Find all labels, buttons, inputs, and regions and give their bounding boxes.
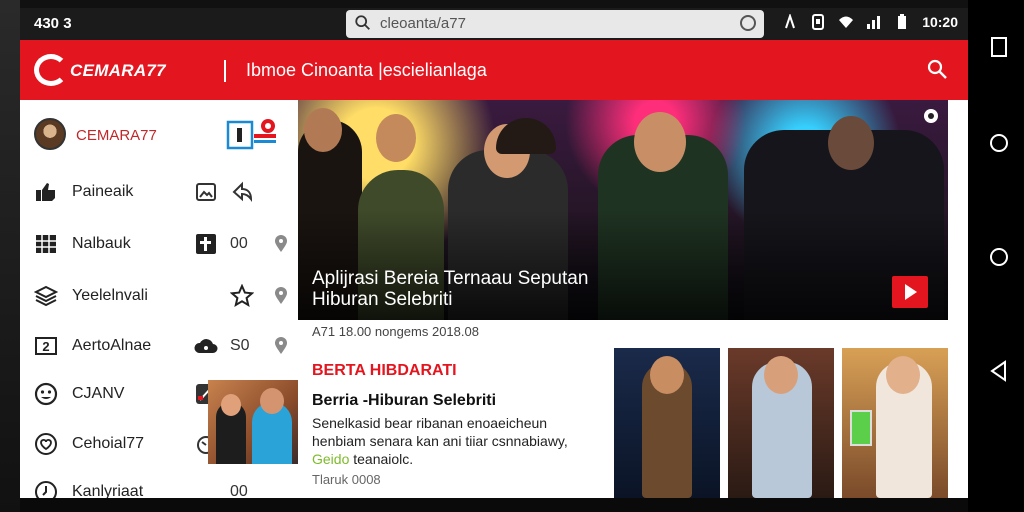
navigation-bar <box>968 0 1024 512</box>
number-icon: 2 <box>35 337 57 355</box>
status-bar: 430 3 cleoanta/a77 10:20 <box>20 8 968 40</box>
article-title[interactable]: Berria -Hiburan Selebriti <box>312 392 496 410</box>
main-content: Aplijrasi Bereia Ternaau Seputan Hiburan… <box>298 100 968 498</box>
header-divider <box>224 60 226 82</box>
article-body-text: teanaiolc. <box>353 451 414 467</box>
play-button[interactable] <box>892 276 928 308</box>
location-pin-icon[interactable] <box>922 108 940 126</box>
crowd-face <box>634 112 686 172</box>
face-icon <box>34 382 58 406</box>
search-icon[interactable] <box>926 58 948 80</box>
home-icon[interactable] <box>988 132 1010 154</box>
grid-icon <box>36 235 56 253</box>
share-icon[interactable] <box>230 180 254 204</box>
bottom-edge <box>20 498 968 512</box>
circle-icon[interactable] <box>988 246 1010 268</box>
hero-meta: A71 18.00 nongems 2018.08 <box>312 324 479 339</box>
star-icon[interactable] <box>230 284 254 308</box>
location-pin-icon <box>275 235 287 252</box>
clock-icon <box>35 481 57 498</box>
calendar-icon[interactable] <box>194 232 218 256</box>
sidebar-item-label: Kanlyriaat <box>72 483 144 498</box>
drink-glass <box>850 410 872 446</box>
sidebar-item-aertoalnae[interactable]: 2 AertoAlnae S0 <box>34 330 298 362</box>
profile-name: CEMARA77 <box>76 127 157 144</box>
sidebar-item-yeelelnvali[interactable]: Yeelelnvali <box>34 280 298 312</box>
status-time: 430 3 <box>34 15 72 32</box>
sidebar: CEMARA77 Paineaik Nalbauk 00 Yeelelnvali… <box>20 100 298 498</box>
news-thumbnail[interactable] <box>614 348 720 498</box>
thumb-face <box>886 356 920 394</box>
profile[interactable]: CEMARA77 <box>34 118 298 154</box>
thumb-face <box>260 388 284 414</box>
sidebar-item-kanlyriaat[interactable]: Kanlyriaat 00 <box>34 476 298 498</box>
news-thumbnail[interactable] <box>728 348 834 498</box>
logo-text: CEMARA77 <box>70 61 166 80</box>
article-body-line: Geido teanaiolc. <box>312 450 602 468</box>
status-icons: 10:20 <box>782 14 958 30</box>
gallery-icon[interactable] <box>194 180 218 204</box>
hero-banner[interactable]: Aplijrasi Bereia Ternaau Seputan Hiburan… <box>298 100 948 320</box>
phone-screen: 430 3 cleoanta/a77 10:20 CEMARA77 Ibmoe … <box>0 0 1024 512</box>
recents-icon[interactable] <box>988 36 1010 58</box>
svg-text:2: 2 <box>42 339 49 354</box>
news-thumbnail[interactable] <box>842 348 948 498</box>
sidebar-item-label: AertoAlnae <box>72 337 152 354</box>
status-clock: 10:20 <box>922 14 958 30</box>
page-title: Ibmoe Cinoanta |escielianlaga <box>246 60 487 80</box>
url-bar[interactable]: cleoanta/a77 <box>346 10 764 38</box>
section-title: BERTA HIBDARATI <box>312 362 457 379</box>
item-count: 00 <box>230 235 248 252</box>
crowd-face <box>376 114 416 162</box>
heart-chat-icon <box>35 433 57 455</box>
sidebar-item-label: CJANV <box>72 385 125 402</box>
url-text: cleoanta/a77 <box>380 15 466 32</box>
article-body: Senelkasid bear ribanan enoaeicheun henb… <box>312 414 602 468</box>
article-body-line: henbiam senara kan ani tiiar csnnabiawy, <box>312 433 568 449</box>
wifi-icon <box>839 16 854 28</box>
logo[interactable]: CEMARA77 <box>34 54 184 86</box>
thumb-face <box>650 356 684 394</box>
crowd-face <box>304 108 342 152</box>
signal-icon <box>867 16 881 29</box>
sidebar-item-label: Paineaik <box>72 183 134 200</box>
item-count: 00 <box>230 483 248 498</box>
sidebar-item-label: Yeelelnvali <box>72 287 148 304</box>
thumbs-up-icon <box>36 183 55 201</box>
crowd-face <box>828 116 874 170</box>
battery-icon <box>898 14 907 29</box>
cloud-icon[interactable] <box>194 334 218 358</box>
app-header: CEMARA77 Ibmoe Cinoanta |escielianlaga <box>20 40 968 100</box>
sidebar-item-label: Nalbauk <box>72 235 131 252</box>
search-icon <box>355 15 370 30</box>
highlight-text: Geido <box>312 451 350 467</box>
thumb-face <box>221 394 241 416</box>
article-date: Tlaruk 0008 <box>312 472 381 487</box>
sidebar-item-paineaik[interactable]: Paineaik <box>34 176 298 208</box>
notification-badge-icon[interactable] <box>226 118 280 150</box>
sidebar-item-nalbauk[interactable]: Nalbauk 00 <box>34 228 298 260</box>
avatar <box>34 118 66 150</box>
back-icon[interactable] <box>988 360 1010 382</box>
sidebar-item-label: Cehoial77 <box>72 435 145 452</box>
layers-icon <box>34 285 58 307</box>
item-count: S0 <box>230 337 250 354</box>
signal-alt-icon <box>785 14 796 29</box>
hero-title: Aplijrasi Bereia Ternaau Seputan Hiburan… <box>312 268 589 310</box>
logo-c-mark <box>34 54 68 86</box>
left-bezel <box>0 0 20 512</box>
location-pin-icon <box>275 287 287 304</box>
sidebar-thumbnail[interactable] <box>208 380 298 464</box>
sim-icon <box>812 14 825 30</box>
thumb-face <box>764 356 798 394</box>
clock-icon <box>740 15 756 31</box>
article-body-line: Senelkasid bear ribanan enoaeicheun <box>312 415 548 431</box>
location-pin-icon <box>275 337 287 354</box>
